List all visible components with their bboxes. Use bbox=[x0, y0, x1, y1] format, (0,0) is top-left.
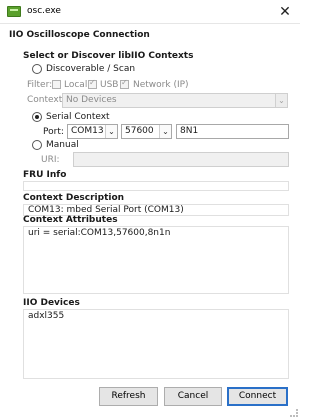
filter-local-checkbox[interactable] bbox=[52, 80, 61, 89]
port-select-value: COM13 bbox=[71, 126, 104, 136]
baud-select[interactable]: 57600 ⌄ bbox=[121, 124, 172, 139]
dialog-title: IIO Oscilloscope Connection bbox=[9, 30, 150, 40]
close-icon[interactable]: ✕ bbox=[274, 2, 296, 22]
serial-context-radio[interactable] bbox=[32, 112, 42, 122]
context-attributes-box: uri = serial:COM13,57600,8n1n bbox=[23, 226, 289, 294]
serial-config-input[interactable]: 8N1 bbox=[176, 124, 289, 139]
context-label: Context: bbox=[27, 95, 66, 105]
port-select[interactable]: COM13 ⌄ bbox=[67, 124, 118, 139]
filter-usb-label: USB bbox=[100, 80, 119, 90]
chevron-down-icon: ⌄ bbox=[105, 125, 117, 138]
cancel-button[interactable]: Cancel bbox=[164, 387, 222, 406]
uri-label: URI: bbox=[41, 155, 60, 165]
serial-context-label: Serial Context bbox=[46, 112, 110, 122]
iio-devices-box: adxl355 bbox=[23, 309, 289, 379]
connect-button[interactable]: Connect bbox=[227, 387, 288, 406]
filter-network-checkbox[interactable] bbox=[120, 78, 129, 89]
window-title: osc.exe bbox=[27, 6, 61, 16]
iio-devices-title: IIO Devices bbox=[23, 298, 80, 308]
context-select-value: No Devices bbox=[66, 95, 117, 105]
chevron-down-icon: ⌄ bbox=[275, 94, 287, 107]
resize-grip[interactable] bbox=[290, 409, 298, 417]
context-select[interactable]: No Devices ⌄ bbox=[62, 93, 288, 108]
refresh-button[interactable]: Refresh bbox=[99, 387, 158, 406]
filter-usb-checkbox[interactable] bbox=[88, 78, 97, 89]
iio-devices-value: adxl355 bbox=[28, 311, 65, 321]
uri-input[interactable] bbox=[73, 152, 289, 167]
context-description-value: COM13: mbed Serial Port (COM13) bbox=[28, 205, 184, 215]
title-bar: osc.exe ✕ bbox=[0, 0, 300, 24]
filter-network-label: Network (IP) bbox=[133, 80, 189, 90]
baud-select-value: 57600 bbox=[125, 126, 154, 136]
app-icon bbox=[7, 6, 21, 17]
scan-radio[interactable] bbox=[32, 64, 42, 74]
filter-local-label: Local bbox=[64, 80, 88, 90]
fru-info-box bbox=[23, 181, 289, 191]
port-label: Port: bbox=[43, 127, 64, 137]
context-attributes-value: uri = serial:COM13,57600,8n1n bbox=[28, 228, 171, 238]
context-attributes-title: Context Attributes bbox=[23, 215, 118, 225]
chevron-down-icon: ⌄ bbox=[159, 125, 171, 138]
manual-radio-label: Manual bbox=[46, 140, 79, 150]
manual-radio[interactable] bbox=[32, 140, 42, 150]
fru-info-title: FRU Info bbox=[23, 170, 67, 180]
context-description-title: Context Description bbox=[23, 193, 125, 203]
filter-label: Filter: bbox=[27, 80, 53, 90]
discover-group-title: Select or Discover libIIO Contexts bbox=[23, 51, 194, 61]
scan-radio-label: Discoverable / Scan bbox=[46, 64, 136, 74]
